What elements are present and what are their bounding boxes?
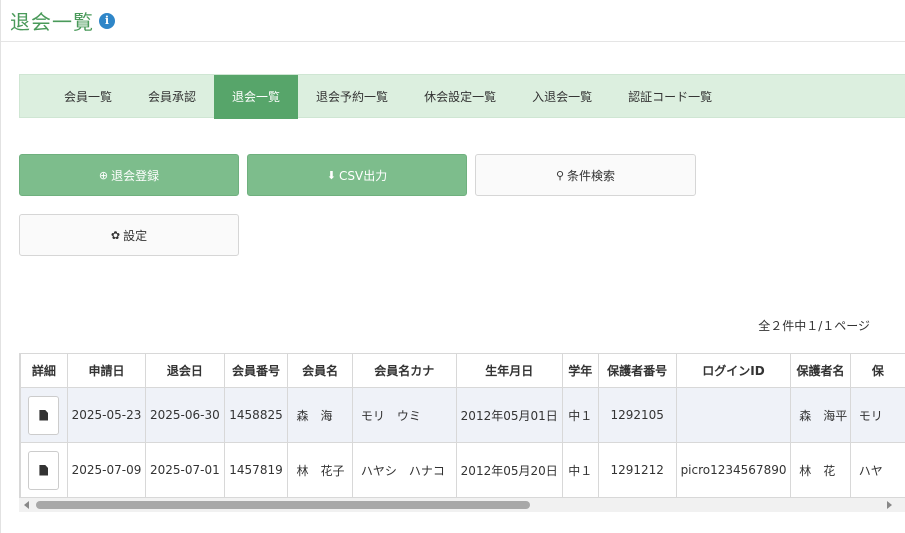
withdrawal-register-label: 退会登録 (111, 168, 160, 183)
table-cell: 2025-07-01 (145, 442, 225, 498)
column-header: 会員番号 (223, 353, 289, 388)
tab-6[interactable]: 入退会一覧 (514, 75, 610, 119)
csv-export-button[interactable]: ⬇ CSV出力 (247, 154, 467, 196)
withdrawal-table: 詳細 申請日 退会日 会員番号 会員名 会員名カナ 生年月日 学年 保護者番号 ログインID 保護者… (20, 353, 905, 498)
table-row: 2025-07-09 2025-07-01 1457819 林 花子 ハヤシ ハナコ 20… (20, 442, 905, 498)
withdrawal-register-button[interactable]: ⊕ 退会登録 (19, 154, 239, 196)
detail-button[interactable] (28, 450, 60, 490)
gear-icon: ✿ (110, 228, 121, 242)
table-cell: 1292105 (597, 387, 677, 443)
detail-button[interactable] (28, 395, 60, 435)
column-header: 退会日 (145, 353, 225, 388)
csv-export-label: CSV出力 (339, 168, 388, 183)
condition-search-label: 条件検索 (567, 168, 616, 183)
column-header: 保護者名 (790, 353, 851, 388)
settings-label: 設定 (123, 228, 148, 243)
table-cell: 2025-07-09 (66, 442, 147, 498)
table-cell: モリ (849, 387, 905, 443)
settings-button[interactable]: ✿ 設定 (19, 214, 239, 256)
condition-search-button[interactable]: ⚲ 条件検索 (475, 154, 696, 196)
column-header: 学年 (561, 353, 599, 388)
horizontal-scrollbar[interactable] (19, 498, 905, 512)
detail-cell (20, 387, 68, 443)
table-cell: 林 花子 (287, 442, 353, 498)
tab-1[interactable]: 会員一覧 (46, 75, 130, 119)
table-cell: ハヤシ ハナコ (351, 442, 457, 498)
table-cell: 中１ (561, 442, 599, 498)
table-cell: 中１ (561, 387, 599, 443)
page-header: 退会一覧 i (1, 0, 905, 42)
table-header-row: 詳細 申請日 退会日 会員番号 会員名 会員名カナ 生年月日 学年 保護者番号 ログインID 保護者… (20, 353, 905, 388)
scroll-thumb[interactable] (36, 501, 530, 509)
table-cell (675, 387, 792, 443)
column-header: 会員名カナ (351, 353, 457, 388)
table-cell: 2025-05-23 (66, 387, 147, 443)
table-cell: ハヤ (849, 442, 905, 498)
page-title: 退会一覧 (10, 10, 94, 34)
file-icon (39, 409, 49, 421)
table-row: 2025-05-23 2025-06-30 1458825 森 海モリ ウミ 2012年… (20, 387, 905, 443)
info-icon[interactable]: i (99, 12, 115, 29)
file-icon (39, 464, 49, 476)
table-cell: 1457819 (223, 442, 289, 498)
tab-2[interactable]: 会員承認 (130, 75, 214, 119)
tab-bar: 会員一覧 会員承認 退会一覧 退会予約一覧 休会設定一覧 入退会一覧 認証コード一覧 (19, 74, 905, 119)
detail-cell (20, 442, 68, 498)
table-cell: picro1234567890 (675, 442, 792, 498)
search-icon: ⚲ (555, 168, 565, 182)
table-cell: 森 海平 (790, 387, 851, 443)
withdrawal-table-container: 詳細 申請日 退会日 会員番号 会員名 会員名カナ 生年月日 学年 保護者番号 ログインID 保護者… (19, 353, 905, 498)
column-header: 申請日 (66, 353, 147, 388)
table-cell: 森 海 (287, 387, 353, 443)
table-cell: モリ ウミ (351, 387, 457, 443)
table-cell: 2012年05月20日 (455, 442, 563, 498)
page: 退会一覧 i 会員一覧 会員承認 退会一覧 退会予約一覧 休会設定一覧 入退会一覧 認証コー… (0, 0, 905, 533)
column-header: 会員名 (287, 353, 353, 388)
tab-4[interactable]: 退会予約一覧 (298, 75, 406, 119)
table-cell: 林 花 (790, 442, 851, 498)
table-cell: 1291212 (597, 442, 677, 498)
column-header: 保 (849, 353, 905, 388)
scroll-left-arrow-icon[interactable] (24, 501, 29, 509)
scroll-right-arrow-icon[interactable] (887, 501, 892, 509)
table-cell: 1458825 (223, 387, 289, 443)
pagination-info: 全２件中１/１ページ (758, 319, 870, 333)
tab-3[interactable]: 退会一覧 (214, 75, 299, 119)
tab-5[interactable]: 休会設定一覧 (406, 75, 514, 119)
column-header: 詳細 (20, 353, 68, 388)
table-cell: 2012年05月01日 (455, 387, 563, 443)
column-header: 生年月日 (455, 353, 563, 388)
column-header: ログインID (675, 353, 792, 388)
download-icon: ⬇ (326, 168, 336, 182)
tab-7[interactable]: 認証コード一覧 (610, 75, 730, 119)
plus-circle-icon: ⊕ (98, 168, 109, 182)
table-cell: 2025-06-30 (145, 387, 225, 443)
column-header: 保護者番号 (597, 353, 677, 388)
